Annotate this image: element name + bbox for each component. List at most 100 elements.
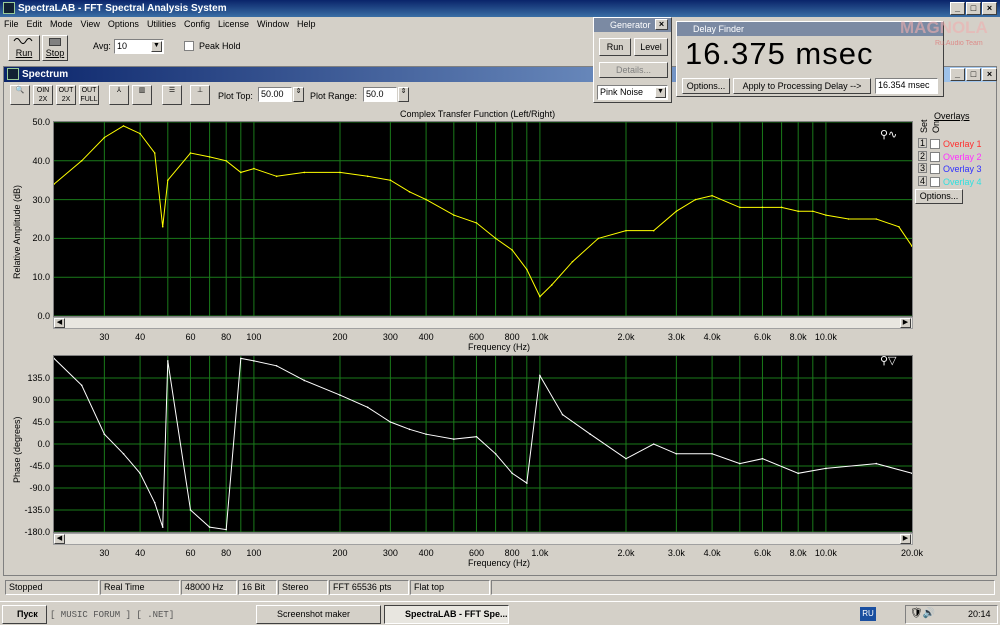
menu-help[interactable]: Help <box>293 17 320 32</box>
overlay-on-checkbox[interactable] <box>930 176 940 187</box>
ytick-label: 45.0 <box>32 417 50 427</box>
phase-settings-icon[interactable]: ⚲▽ <box>880 354 897 367</box>
generator-close-button[interactable]: × <box>655 19 668 30</box>
overlay-on-checkbox[interactable] <box>930 151 940 162</box>
zoom-icon[interactable]: 🔍 <box>10 85 30 105</box>
plot-top-spinner[interactable]: ⇕ <box>293 87 304 102</box>
menu-options[interactable]: Options <box>104 17 143 32</box>
overlay-set-button[interactable]: 1 <box>918 138 927 148</box>
data-point <box>589 433 592 436</box>
overlay-options-button[interactable]: Options... <box>915 189 963 204</box>
data-point <box>797 210 799 213</box>
overlay-set-button[interactable]: 3 <box>918 163 927 173</box>
data-point <box>780 206 783 209</box>
generator-signal-select[interactable]: Pink Noise ▼ <box>597 85 668 100</box>
menu-view[interactable]: View <box>77 17 104 32</box>
spectrum-title: Spectrum <box>22 69 69 80</box>
tray-icons[interactable]: 🛡🔊 <box>910 608 935 619</box>
data-point <box>225 160 227 162</box>
scroll-right-icon[interactable]: ▶ <box>900 318 911 328</box>
phase-scroll-left-icon[interactable]: ◀ <box>54 534 65 544</box>
avg-select[interactable]: 10 ▼ <box>114 39 164 54</box>
data-point <box>189 152 192 154</box>
spectrum-minimize-button[interactable]: _ <box>950 68 965 81</box>
chevron-down-icon[interactable]: ▼ <box>151 41 162 52</box>
menu-mode[interactable]: Mode <box>46 17 77 32</box>
amplitude-scrollbar[interactable]: ◀ ▶ <box>53 317 913 329</box>
zoom-out-icon[interactable]: OUT 2X <box>56 85 76 105</box>
plot-range-input[interactable]: 50.0 <box>363 87 397 102</box>
generator-level-button[interactable]: Level <box>634 38 668 56</box>
apply-delay-button[interactable]: Apply to Processing Delay --> <box>733 78 871 94</box>
generator-run-button[interactable]: Run <box>599 38 631 56</box>
line-plot-icon[interactable]: ⅄ <box>109 85 129 105</box>
xtick-label: 40 <box>135 332 146 342</box>
data-point <box>253 360 255 362</box>
delay-value: 16.375 msec <box>685 36 874 71</box>
bar-plot-icon[interactable]: ▥ <box>132 85 152 105</box>
language-indicator[interactable]: RU <box>860 607 876 621</box>
task-label: Screenshot maker <box>277 609 351 619</box>
ytick-label: 30.0 <box>32 194 50 205</box>
xtick-label: 200 <box>332 332 348 342</box>
cursor-icon[interactable]: ⊥ <box>190 85 210 105</box>
delay-options-button[interactable]: Options... <box>682 78 730 94</box>
xtick-label: 10.0k <box>814 548 837 558</box>
ytick-label: 10.0 <box>32 272 50 283</box>
xtick-label: 400 <box>418 548 434 558</box>
task-spectralab[interactable]: SpectraLAB - FFT Spe... <box>384 605 509 624</box>
overlay-set-button[interactable]: 2 <box>918 150 927 161</box>
task-screenshot-maker[interactable]: Screenshot maker <box>256 605 381 624</box>
data-point <box>875 462 878 465</box>
data-point <box>303 171 306 174</box>
menu-window[interactable]: Window <box>253 17 293 32</box>
plot-top-input[interactable]: 50.00 <box>258 87 292 102</box>
overlay-set-button[interactable]: 4 <box>918 175 927 186</box>
stop-label: Stop <box>45 48 65 58</box>
menu-license[interactable]: License <box>214 17 253 32</box>
processing-delay-field[interactable]: 16.354 msec <box>875 78 938 94</box>
clock: 20:14 <box>968 609 991 619</box>
plot-settings-icon[interactable]: ⚲∿ <box>880 128 897 141</box>
data-point <box>797 472 799 475</box>
data-point <box>494 237 497 240</box>
maximize-button[interactable]: □ <box>966 2 981 15</box>
data-point <box>275 175 278 178</box>
close-button[interactable]: × <box>982 2 997 15</box>
xtick-label: 3.0k <box>667 548 685 558</box>
run-button[interactable]: Run <box>8 35 40 61</box>
xtick-label: 60 <box>185 332 196 342</box>
xtick-label: 2.0k <box>617 332 635 342</box>
stop-button[interactable]: Stop <box>42 35 68 61</box>
minimize-button[interactable]: _ <box>950 2 965 15</box>
zoom-full-icon[interactable]: OUT FULL <box>79 85 99 105</box>
menu-config[interactable]: Config <box>180 17 214 32</box>
overlays-on-label: On <box>931 120 941 133</box>
phase-scroll-right-icon[interactable]: ▶ <box>900 534 911 544</box>
overlay-on-checkbox[interactable] <box>930 139 940 149</box>
peak-hold-checkbox[interactable] <box>184 41 194 51</box>
menu-utilities[interactable]: Utilities <box>143 17 180 32</box>
spectrum-close-button[interactable]: × <box>982 68 997 81</box>
generator-chevron-down-icon[interactable]: ▼ <box>655 87 666 98</box>
ytick-label: 135.0 <box>27 373 50 383</box>
zoom-in-icon[interactable]: OIN 2X <box>33 85 53 105</box>
list-icon[interactable]: ☰ <box>162 85 182 105</box>
data-point <box>225 528 227 531</box>
scroll-left-icon[interactable]: ◀ <box>54 318 65 328</box>
spectrum-maximize-button[interactable]: □ <box>966 68 981 81</box>
xtick-label: 3.0k <box>667 332 685 342</box>
menu-file[interactable]: File <box>0 17 23 32</box>
overlay-on-checkbox[interactable] <box>930 164 940 174</box>
phase-scrollbar[interactable]: ◀ ▶ <box>53 533 913 545</box>
menu-edit[interactable]: Edit <box>23 17 47 32</box>
data-point <box>675 210 678 213</box>
generator-details-button[interactable]: Details... <box>599 62 668 78</box>
data-point <box>208 526 211 528</box>
plot-range-spinner[interactable]: ⇕ <box>398 87 409 102</box>
start-button[interactable]: Пуск <box>2 605 47 624</box>
xtick-label: 100 <box>246 548 262 558</box>
data-point <box>366 175 369 178</box>
data-point <box>825 214 827 216</box>
xtick-label: 6.0k <box>753 332 771 342</box>
